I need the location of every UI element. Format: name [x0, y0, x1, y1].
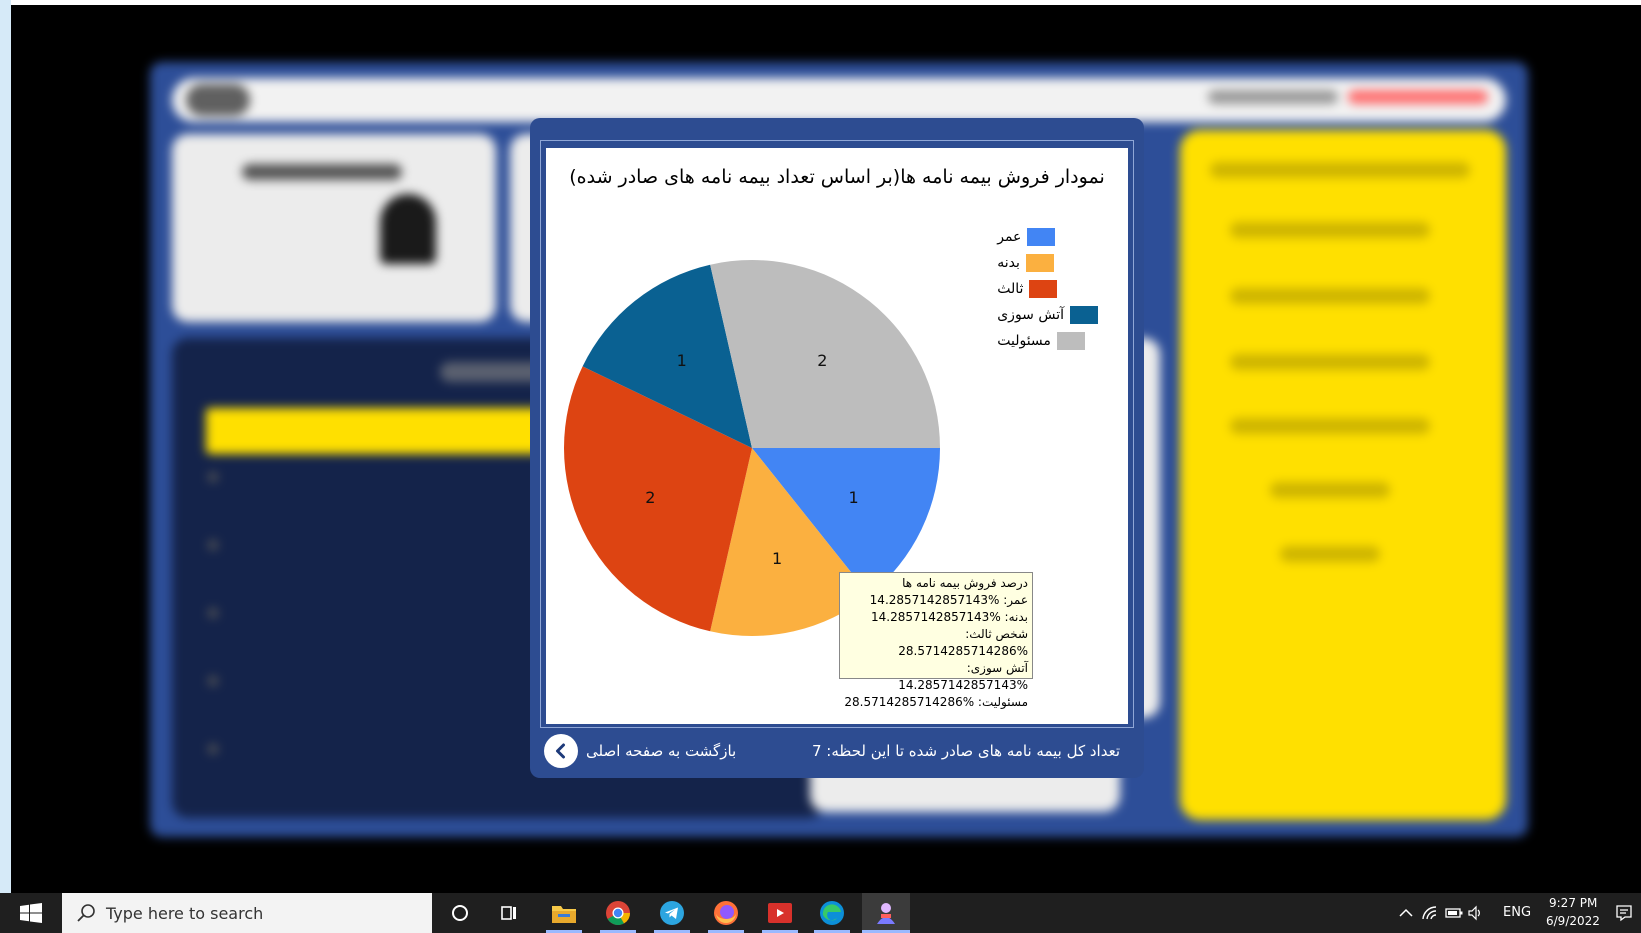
chart-modal: 1 1 2 1 2 نمودار فروش بیمه نامه ها(بر اساس ت…	[530, 118, 1144, 778]
chart-title: نمودار فروش بیمه نامه ها(بر اساس تعداد ب…	[569, 166, 1105, 188]
back-to-main-button[interactable]: بازگشت به صفحه اصلی	[544, 734, 736, 768]
background-sidebar-item	[1230, 418, 1430, 434]
taskbar: Type here to search ENG 9:27 PM 6/9/2022	[0, 893, 1641, 933]
cortana-icon[interactable]	[446, 899, 474, 927]
legend-swatch	[1070, 306, 1098, 324]
firefox-icon[interactable]	[712, 899, 740, 927]
legend-item: عمر	[997, 224, 1098, 250]
background-sidebar-item	[1230, 354, 1430, 370]
chevron-left-icon[interactable]	[544, 734, 578, 768]
background-list-dot	[208, 540, 218, 550]
background-list-dot	[208, 744, 218, 754]
media-player-icon[interactable]	[766, 899, 794, 927]
tooltip-line: مسئولیت: %28.5714285714286	[844, 695, 1028, 709]
background-list-dot	[208, 608, 218, 618]
chevron-up-icon[interactable]	[1396, 899, 1416, 927]
legend-label: مسئولیت	[997, 333, 1051, 349]
legend-item: آتش سوزی	[997, 302, 1098, 328]
legend-swatch	[1025, 254, 1054, 272]
tooltip-line: آتش سوزی: %14.2857142857143	[898, 661, 1028, 692]
total-policies-value: 7	[811, 742, 822, 760]
legend-label: ثالث	[997, 281, 1024, 297]
background-sidebar-item	[1230, 222, 1430, 238]
screen-edge-left	[0, 0, 11, 893]
tooltip-line: عمر: %14.2857142857143	[869, 593, 1028, 607]
pie-slice-label: 1	[849, 488, 859, 507]
bell-icon	[380, 194, 436, 264]
windows-start-icon[interactable]	[20, 903, 42, 923]
background-sidebar-item	[1280, 546, 1380, 562]
taskbar-search-box[interactable]: Type here to search	[62, 893, 432, 933]
background-sidebar-title	[1210, 162, 1470, 178]
background-notification-card	[172, 134, 496, 322]
desktop-screen: 1 1 2 1 2 نمودار فروش بیمه نامه ها(بر اساس ت…	[0, 0, 1641, 893]
telegram-icon[interactable]	[658, 899, 686, 927]
legend-swatch	[1027, 228, 1056, 246]
chrome-icon[interactable]	[604, 899, 632, 927]
pie-slice-label: 1	[677, 351, 687, 370]
search-icon	[74, 901, 98, 925]
file-explorer-icon[interactable]	[550, 899, 578, 927]
total-policies-label: تعداد کل بیمه نامه های صادر شده تا این ل…	[826, 742, 1120, 760]
tooltip-line: شخص ثالث: %28.5714285714286	[898, 627, 1028, 658]
background-list-dot	[208, 472, 218, 482]
background-list-dot	[208, 676, 218, 686]
wifi-icon[interactable]	[1420, 899, 1440, 927]
search-placeholder[interactable]: Type here to search	[106, 904, 263, 923]
pie-slice-label: 1	[772, 549, 782, 568]
legend-label: عمر	[997, 229, 1022, 245]
notification-center-icon[interactable]	[1612, 899, 1636, 927]
background-topbar-text	[1208, 90, 1338, 104]
tooltip-title: درصد فروش بیمه نامه ها	[902, 576, 1028, 590]
chart-area: 1 1 2 1 2 نمودار فروش بیمه نامه ها(بر اساس ت…	[546, 148, 1128, 724]
screen-edge-top	[0, 0, 1641, 5]
clock-time[interactable]: 9:27 PM	[1549, 896, 1597, 910]
language-indicator[interactable]: ENG	[1503, 905, 1531, 920]
legend-item: بدنه	[997, 250, 1098, 276]
battery-icon[interactable]	[1444, 899, 1464, 927]
background-logo	[186, 84, 250, 116]
back-to-main-label[interactable]: بازگشت به صفحه اصلی	[586, 742, 736, 760]
pie-slice-label: 2	[817, 351, 827, 370]
edge-icon[interactable]	[818, 899, 846, 927]
background-topbar-alert	[1348, 90, 1488, 104]
legend-swatch	[1029, 280, 1058, 298]
total-policies-count: تعداد کل بیمه نامه های صادر شده تا این ل…	[812, 742, 1120, 760]
pie-slice-label: 2	[645, 488, 655, 507]
legend-item: مسئولیت	[997, 328, 1098, 354]
chart-legend: عمر بدنه ثالث آتش سوزی مسئولیت	[997, 224, 1098, 354]
app-icon[interactable]	[872, 899, 900, 927]
legend-swatch	[1056, 332, 1085, 350]
background-sidebar-item	[1230, 288, 1430, 304]
legend-label: بدنه	[997, 255, 1020, 271]
tooltip-line: بدنه: %14.2857142857143	[870, 610, 1028, 624]
task-view-icon[interactable]	[496, 899, 524, 927]
chart-tooltip: درصد فروش بیمه نامه ها عمر: %14.28571428…	[839, 572, 1033, 709]
volume-icon[interactable]	[1466, 899, 1486, 927]
background-sidebar-item	[1270, 482, 1390, 498]
clock-date[interactable]: 6/9/2022	[1546, 914, 1600, 928]
background-notification-title	[242, 164, 402, 180]
legend-label: آتش سوزی	[997, 307, 1064, 323]
legend-item: ثالث	[997, 276, 1098, 302]
